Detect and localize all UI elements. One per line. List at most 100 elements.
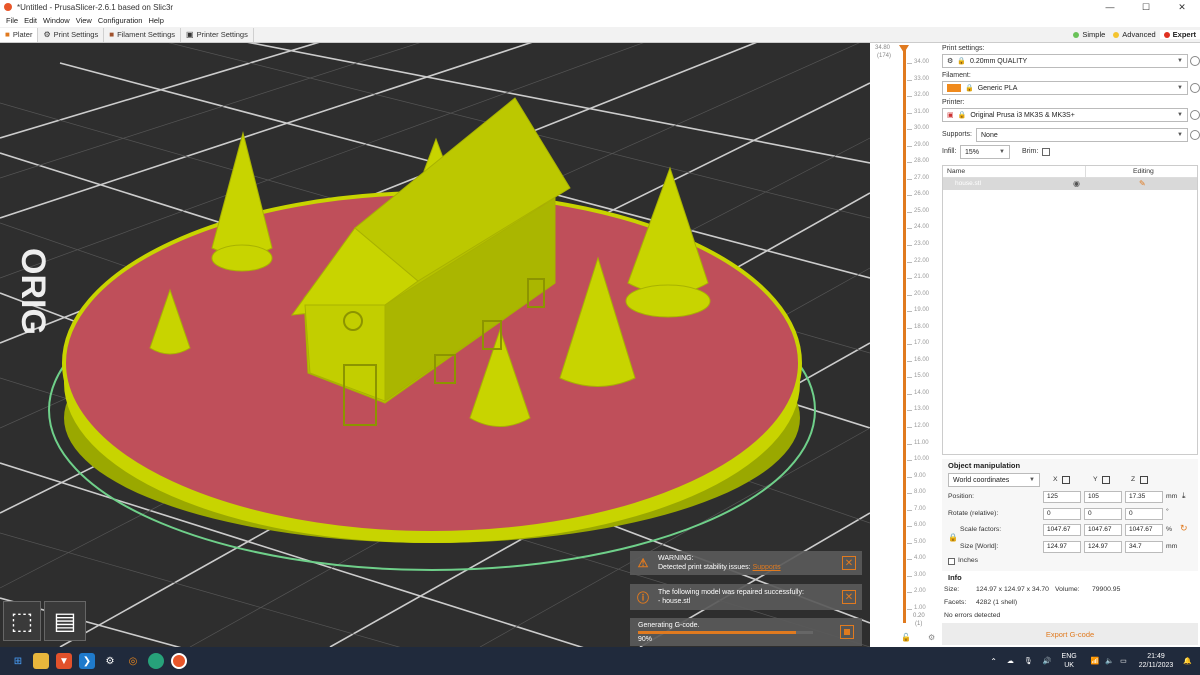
cog-icon[interactable]: ⚙ (928, 633, 935, 642)
menu-help[interactable]: Help (148, 16, 163, 25)
print-edit-gear-icon[interactable] (1190, 56, 1200, 68)
export-gcode-button[interactable]: Export G-code (942, 623, 1198, 645)
mic-icon[interactable]: 🎙 (1024, 657, 1033, 665)
warning-link[interactable]: Supports (753, 564, 781, 571)
ruler-tick-label: 28.00 (914, 158, 930, 165)
size-x-input[interactable]: 124.97 (1043, 541, 1081, 553)
scale-z-input[interactable]: 1047.67 (1125, 524, 1163, 536)
expert-dot-icon (1163, 31, 1170, 38)
supports-label: Supports: (942, 131, 972, 138)
menu-file[interactable]: File (6, 16, 18, 25)
tab-print-settings[interactable]: ⚙ Print Settings (38, 27, 105, 42)
position-x-input[interactable]: 125 (1043, 491, 1081, 503)
supports-combo[interactable]: None ▼ (976, 128, 1188, 142)
filament-combo[interactable]: 🔒 Generic PLA ▼ (942, 81, 1188, 95)
edge-browser-icon[interactable] (148, 653, 164, 669)
position-y-input[interactable]: 105 (1084, 491, 1122, 503)
print-settings-combo[interactable]: ⚙ 🔒 0.20mm QUALITY ▼ (942, 54, 1188, 68)
lock-icon[interactable]: 🔓 (901, 633, 911, 642)
windows-start-icon[interactable]: ⊞ (10, 653, 26, 669)
close-button[interactable]: ✕ (1164, 2, 1200, 13)
volume-icon[interactable]: 🔊 (1043, 657, 1052, 665)
rotate-z-input[interactable]: 0 (1125, 508, 1163, 520)
tray-chevron-icon[interactable]: ⌃ (990, 657, 997, 666)
drop-to-bed-icon[interactable]: ⤓ (1182, 491, 1186, 501)
position-z-input[interactable]: 17.35 (1125, 491, 1163, 503)
cloud-icon[interactable]: ☁ (1007, 657, 1014, 665)
infill-combo[interactable]: 15% ▼ (960, 145, 1010, 159)
size-z-input[interactable]: 34.7 (1125, 541, 1163, 553)
clock[interactable]: 21:49 22/11/2023 (1139, 652, 1174, 670)
minimize-button[interactable]: — (1092, 2, 1128, 13)
file-explorer-icon[interactable] (33, 653, 49, 669)
scale-y-input[interactable]: 1047.67 (1084, 524, 1122, 536)
mode-expert[interactable]: Expert (1159, 30, 1200, 39)
menu-view[interactable]: View (76, 16, 92, 25)
language-indicator[interactable]: ENG UK (1062, 652, 1077, 670)
layer-slider[interactable]: 34.80 (174) 34.00 33.00 32.00 31.00 30.00 29.… (870, 43, 940, 647)
ruler-tick-label: 4.00 (914, 555, 926, 562)
printer-icon: ▣ (947, 112, 954, 119)
ruler-tick-label: 10.00 (914, 456, 930, 463)
ruler-tick (907, 129, 912, 131)
coords-combo[interactable]: World coordinates ▼ (948, 473, 1040, 487)
blender-icon[interactable]: ◎ (125, 653, 141, 669)
maximize-button[interactable]: ☐ (1128, 2, 1164, 13)
size-y-input[interactable]: 124.97 (1084, 541, 1122, 553)
ruler-tick-label: 5.00 (914, 538, 926, 545)
speaker-icon[interactable]: 🔈 (1105, 657, 1114, 665)
lock-icon: 🔒 (965, 85, 974, 92)
menu-edit[interactable]: Edit (24, 16, 37, 25)
object-list[interactable]: Name Editing house.stl ◉ ✎ (942, 165, 1198, 455)
layer-view-icon[interactable]: ▤ (44, 601, 86, 641)
settings-app-icon[interactable]: ⚙ (102, 653, 118, 669)
ruler-tick (907, 542, 912, 544)
rotate-y-input[interactable]: 0 (1084, 508, 1122, 520)
3d-viewport[interactable]: ORIG ⬚ ▤ ⚠ WARNING: Detected print stabi… (0, 43, 870, 647)
cancel-export-button[interactable] (840, 625, 854, 639)
printer-edit-gear-icon[interactable] (1190, 110, 1200, 122)
mode-advanced[interactable]: Advanced (1109, 30, 1159, 39)
brave-browser-icon[interactable]: ▼ (56, 653, 72, 669)
menu-configuration[interactable]: Configuration (98, 16, 143, 25)
printer-combo[interactable]: ▣ 🔒 Original Prusa i3 MK3S & MK3S+ ▼ (942, 108, 1188, 122)
menu-window[interactable]: Window (43, 16, 70, 25)
wifi-icon[interactable]: 📶 (1091, 657, 1100, 665)
printer-label: Printer: (942, 99, 965, 106)
reset-scale-icon[interactable]: ↻ (1180, 523, 1188, 534)
tab-printer-settings[interactable]: ▣ Printer Settings (181, 27, 254, 42)
tab-plater[interactable]: ■ Plater (0, 27, 39, 42)
vscode-icon[interactable]: ❯ (79, 653, 95, 669)
y-axis-icon (1102, 476, 1110, 484)
ruler-tick (907, 344, 912, 346)
scale-lock-icon[interactable]: 🔒 (948, 533, 958, 542)
list-item[interactable]: house.stl ◉ ✎ (943, 178, 1197, 190)
eye-icon[interactable]: ◉ (1073, 179, 1080, 188)
tab-filament-settings[interactable]: ■ Filament Settings (104, 27, 182, 42)
3d-view-cube-icon[interactable]: ⬚ (3, 601, 41, 641)
edit-icon[interactable]: ✎ (1139, 179, 1146, 188)
scale-x-input[interactable]: 1047.67 (1043, 524, 1081, 536)
ruler-tick (907, 112, 912, 114)
rotate-x-input[interactable]: 0 (1043, 508, 1081, 520)
ruler-tick-label: 31.00 (914, 108, 930, 115)
mode-simple[interactable]: Simple (1069, 30, 1109, 39)
brim-checkbox[interactable] (1042, 148, 1050, 156)
battery-icon[interactable]: ▭ (1120, 657, 1127, 665)
close-repair-button[interactable]: ✕ (842, 590, 856, 604)
lock-icon: 🔒 (957, 58, 966, 65)
inches-checkbox[interactable] (948, 558, 955, 565)
warning-text: Detected print stability issues: (658, 564, 751, 571)
facets-value: 4282 (1 shell) (976, 599, 1018, 606)
progress-value: 90% (638, 636, 653, 643)
top-thumb-icon[interactable] (899, 45, 909, 53)
supports-gear-icon[interactable] (1190, 130, 1200, 142)
prusaslicer-taskbar-icon[interactable] (171, 653, 187, 669)
ruler-tick-label: 17.00 (914, 340, 930, 347)
z-label: Z (1131, 476, 1136, 483)
close-warning-button[interactable]: ✕ (842, 556, 856, 570)
filament-edit-gear-icon[interactable] (1190, 83, 1200, 95)
gear-icon: ⚙ (43, 30, 51, 39)
notification-bell-icon[interactable]: 🔔 (1183, 657, 1192, 665)
size-unit: mm (1166, 543, 1178, 550)
